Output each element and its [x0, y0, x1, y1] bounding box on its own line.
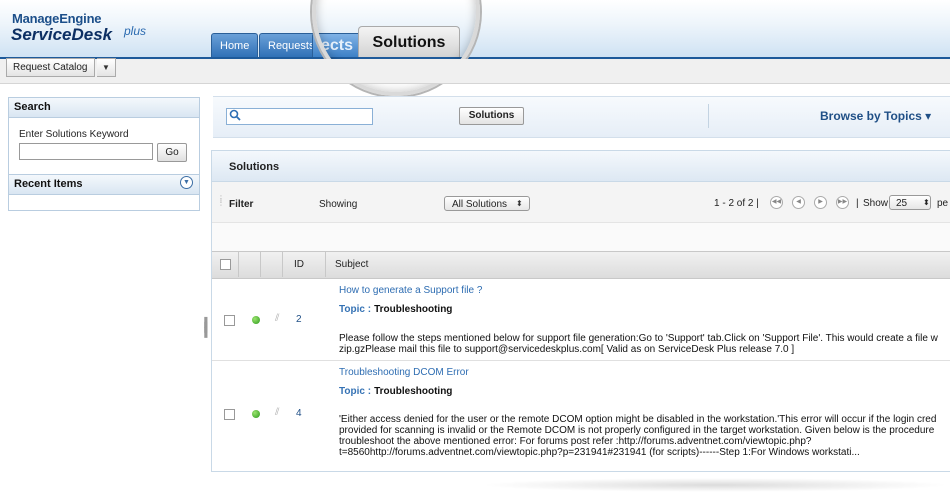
- select-all-checkbox[interactable]: [220, 259, 231, 270]
- solution-title-link[interactable]: Troubleshooting DCOM Error: [339, 367, 469, 378]
- action-bar: [212, 222, 950, 251]
- keyword-label: Enter Solutions Keyword: [19, 129, 129, 140]
- go-button[interactable]: Go: [157, 143, 187, 162]
- column-divider: [260, 252, 261, 277]
- last-page-icon[interactable]: ▶▶: [836, 196, 849, 209]
- column-divider: [325, 252, 326, 277]
- attachment-icon[interactable]: ⫽: [275, 407, 279, 418]
- catalog-toolbar: [0, 59, 950, 84]
- row-checkbox[interactable]: [224, 315, 235, 326]
- recent-items-title[interactable]: Recent Items: [9, 174, 199, 195]
- pager-range: 1 - 2 of 2 |: [714, 198, 759, 209]
- tab-home[interactable]: Home: [211, 33, 259, 58]
- solution-description: Please follow the steps mentioned below …: [339, 333, 938, 344]
- topic-value: Troubleshooting: [374, 386, 453, 397]
- logo-brand-plus: plus: [124, 24, 147, 38]
- column-header-subject[interactable]: Subject: [335, 259, 368, 270]
- solution-description: troubleshoot the above mentioned error: …: [339, 436, 812, 447]
- pager-separator: |: [856, 198, 859, 209]
- logo-brand-top: ManageEngine: [12, 11, 102, 26]
- search-icon[interactable]: [228, 109, 242, 122]
- keyword-input[interactable]: [19, 143, 153, 160]
- solution-description: t=8560http://forums.adventnet.com/viewto…: [339, 447, 860, 458]
- solutions-panel-header: [212, 151, 950, 182]
- solution-title-link[interactable]: How to generate a Support file ?: [339, 285, 482, 296]
- search-input[interactable]: [226, 108, 373, 125]
- logo-brand-main: ServiceDesk: [11, 25, 113, 44]
- drag-handle-icon: ⋮ ⋮: [217, 194, 225, 207]
- solution-topic: Topic : Troubleshooting: [339, 385, 452, 397]
- topic-value: Troubleshooting: [374, 304, 453, 315]
- solution-description: 'Either access denied for the user or th…: [339, 414, 937, 425]
- select-arrow-icon: ⬍: [923, 198, 930, 207]
- search-solutions-button[interactable]: Solutions: [459, 107, 524, 125]
- prev-page-icon[interactable]: ◀: [792, 196, 805, 209]
- filter-label[interactable]: Filter: [229, 199, 253, 210]
- row-divider: [212, 360, 950, 361]
- toolbar-divider: [708, 104, 709, 128]
- status-dot-icon: [252, 316, 260, 324]
- column-divider: [238, 252, 239, 277]
- next-page-icon[interactable]: ▶: [814, 196, 827, 209]
- status-dot-icon: [252, 410, 260, 418]
- solutions-title: Solutions: [229, 161, 280, 173]
- browse-by-topics-menu[interactable]: Browse by Topics ▾: [820, 109, 931, 123]
- topic-key: Topic :: [339, 386, 372, 397]
- table-header: [212, 251, 950, 279]
- column-divider: [282, 252, 283, 277]
- search-panel-title: Search: [9, 98, 199, 118]
- show-label: Show: [863, 198, 889, 209]
- request-catalog-button[interactable]: Request Catalog: [6, 58, 95, 77]
- panel-shadow: [480, 478, 950, 492]
- chevron-down-icon[interactable]: ▼: [97, 58, 116, 77]
- resize-handle-icon[interactable]: ▐ ▐ ▐: [201, 318, 207, 337]
- per-page-label: pe: [937, 198, 949, 209]
- solution-description: provided for scanning is invalid or the …: [339, 425, 935, 436]
- collapse-icon[interactable]: ▼: [180, 176, 193, 189]
- topic-key: Topic :: [339, 304, 372, 315]
- attachment-icon[interactable]: ⫽: [275, 313, 279, 324]
- solution-id[interactable]: 2: [296, 314, 302, 325]
- solution-topic: Topic : Troubleshooting: [339, 303, 452, 315]
- column-header-id[interactable]: ID: [294, 259, 304, 270]
- solution-id[interactable]: 4: [296, 408, 302, 419]
- row-checkbox[interactable]: [224, 409, 235, 420]
- showing-label: Showing: [319, 199, 358, 210]
- solution-description: zip.gzPlease mail this file to support@s…: [339, 344, 795, 355]
- first-page-icon[interactable]: ◀◀: [770, 196, 783, 209]
- select-arrow-icon: ⬍: [516, 199, 523, 208]
